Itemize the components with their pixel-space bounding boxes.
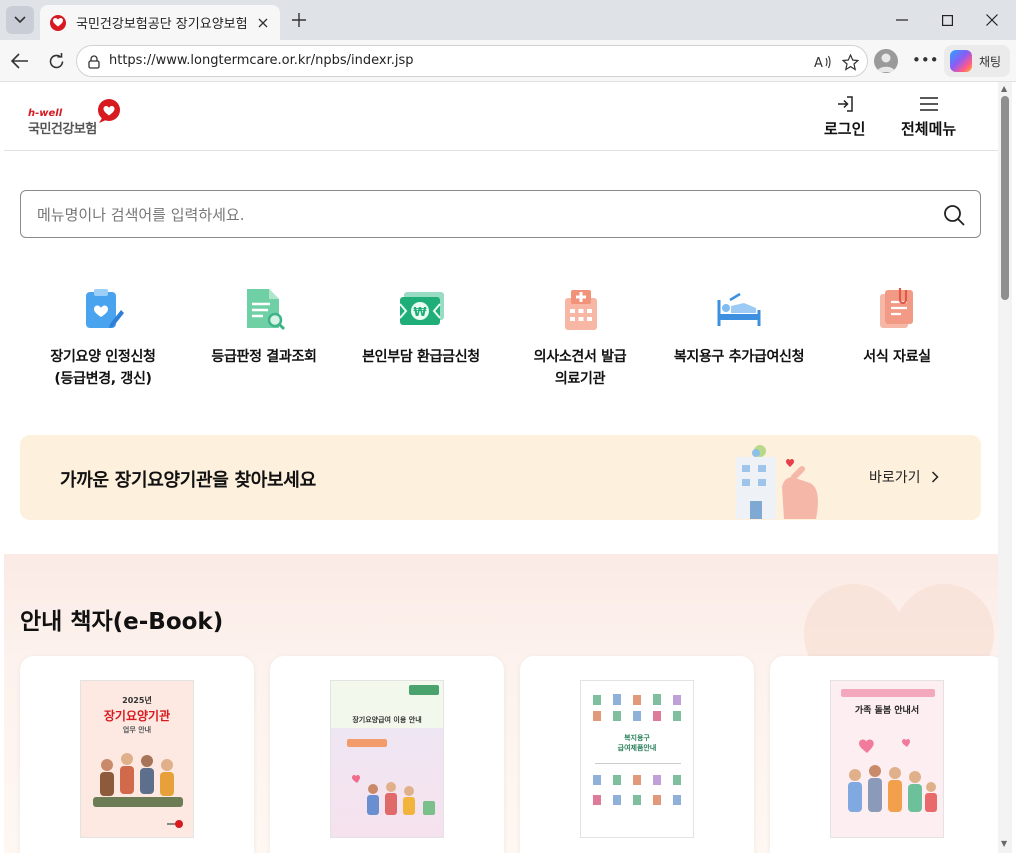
chevron-down-icon xyxy=(14,16,26,24)
ebook-cover-image: 2025년 장기요양기관 업무 안내 xyxy=(80,680,194,838)
cover-divider xyxy=(595,763,681,764)
clipboard-heart-icon xyxy=(86,289,124,328)
cover-title: 장기요양기관 xyxy=(103,709,171,723)
equipment-icons-row xyxy=(593,775,681,805)
read-aloud-icon[interactable]: A xyxy=(814,53,832,71)
quick-menu-label: 본인부담 환급금신청 xyxy=(362,349,480,365)
maximize-icon[interactable] xyxy=(935,8,959,32)
quick-menu-grade-result[interactable]: 등급판정 결과조회 xyxy=(179,286,349,368)
svg-text:₩: ₩ xyxy=(413,305,427,319)
copilot-icon xyxy=(950,50,972,72)
finder-goto-link[interactable]: 바로가기 xyxy=(869,467,939,487)
cover-subtitle: 업무 안내 xyxy=(122,726,152,734)
ebook-cover-image: 복지용구 급여제품안내 xyxy=(580,680,694,838)
cover-subtitle: 급여제품안내 xyxy=(617,744,657,752)
active-tab[interactable]: 국민건강보험공단 장기요양보험 xyxy=(40,5,280,40)
finder-link-label: 바로가기 xyxy=(869,470,921,486)
quick-menu-ltc-application[interactable]: 장기요양 인정신청 (등급변경, 갱신) xyxy=(18,286,188,390)
quick-menu-label: 의사소견서 발급 의료기관 xyxy=(533,349,627,387)
favicon-heart-icon xyxy=(50,14,66,31)
ebook-cover-image: 가족 돌봄 안내서 xyxy=(830,680,944,838)
hamburger-menu-icon xyxy=(918,94,940,114)
seniors-illustration xyxy=(93,753,183,807)
tab-actions-menu-button[interactable] xyxy=(6,6,34,34)
site-logo[interactable]: h-well 국민건강보험 xyxy=(28,98,128,137)
hospital-icon xyxy=(565,290,597,330)
ebook-card[interactable]: 장기요양급여 이용 안내 xyxy=(270,656,504,853)
profile-avatar[interactable] xyxy=(874,49,898,73)
scroll-up-arrow-icon[interactable]: ▲ xyxy=(1001,84,1007,93)
hospital-heart-illustration xyxy=(736,445,818,519)
ebook-cover-image: 장기요양급여 이용 안내 xyxy=(330,680,444,838)
chevron-right-icon xyxy=(931,471,939,483)
cover-tag xyxy=(347,739,387,747)
equipment-icons-row xyxy=(593,694,681,721)
all-menu-button[interactable]: 전체메뉴 xyxy=(901,94,956,139)
form-clip-icon xyxy=(880,288,913,328)
site-header: h-well 국민건강보험 로그인 전체메뉴 xyxy=(4,82,998,151)
search-icon[interactable] xyxy=(942,203,966,227)
won-bill-icon: ₩ xyxy=(399,292,444,325)
tab-title: 국민건강보험공단 장기요양보험 xyxy=(76,17,248,32)
ebook-card[interactable]: 가족 돌봄 안내서 xyxy=(770,656,998,853)
minimize-icon[interactable] xyxy=(890,8,914,32)
new-tab-plus-icon[interactable] xyxy=(288,9,310,31)
family-illustration xyxy=(352,775,435,815)
url-text[interactable]: https://www.longtermcare.or.kr/npbs/inde… xyxy=(109,53,414,68)
lock-icon[interactable] xyxy=(85,53,103,71)
quick-menu-doctor-opinion[interactable]: 의사소견서 발급 의료기관 xyxy=(495,286,665,390)
ebook-card[interactable]: 복지용구 급여제품안내 xyxy=(520,656,754,853)
browser-tab-strip: 국민건강보험공단 장기요양보험 xyxy=(0,0,1016,40)
ebook-card[interactable]: 2025년 장기요양기관 업무 안내 xyxy=(20,656,254,853)
scrollbar-thumb[interactable] xyxy=(1001,96,1009,300)
quick-menu-label: 복지용구 추가급여신청 xyxy=(673,349,805,365)
family-care-illustration xyxy=(848,739,937,812)
quick-menu-label: 서식 자료실 xyxy=(863,349,931,365)
cover-badge xyxy=(409,685,439,695)
copilot-label: 채팅 xyxy=(979,54,1002,69)
svg-text:A: A xyxy=(814,56,823,69)
address-bar-row: https://www.longtermcare.or.kr/npbs/inde… xyxy=(0,40,1016,82)
url-field[interactable]: https://www.longtermcare.or.kr/npbs/inde… xyxy=(76,45,868,77)
document-search-icon xyxy=(247,289,286,331)
search-input[interactable] xyxy=(37,203,917,227)
ebook-section-title: 안내 책자(e-Book) xyxy=(20,609,224,635)
cover-title: 가족 돌봄 안내서 xyxy=(854,706,920,716)
facility-finder-banner[interactable]: 가까운 장기요양기관을 찾아보세요 바로가기 xyxy=(20,435,981,520)
web-page: h-well 국민건강보험 로그인 전체메뉴 메뉴명이나 검색어를 입력하세요.… xyxy=(4,82,998,853)
logo-name: 국민건강보험 xyxy=(28,122,97,137)
cover-title: 복지용구 xyxy=(624,734,650,742)
care-bed-icon xyxy=(717,292,761,326)
person-icon xyxy=(877,53,895,72)
favorite-star-icon[interactable] xyxy=(841,53,859,71)
login-icon xyxy=(834,94,856,114)
nhis-mini-logo-icon xyxy=(167,820,183,828)
close-tab-icon[interactable] xyxy=(254,14,272,32)
cover-title: 장기요양급여 이용 안내 xyxy=(352,716,422,724)
close-window-icon[interactable] xyxy=(980,8,1004,32)
cover-tag xyxy=(841,689,935,697)
reload-icon[interactable] xyxy=(44,49,68,73)
scroll-down-arrow-icon[interactable]: ▼ xyxy=(1001,839,1007,848)
cover-year: 2025년 xyxy=(122,696,152,705)
all-menu-label: 전체메뉴 xyxy=(901,120,957,138)
back-arrow-icon[interactable] xyxy=(8,49,32,73)
logo-heart-icon xyxy=(98,99,120,123)
finder-title: 가까운 장기요양기관을 찾아보세요 xyxy=(60,470,316,491)
login-label: 로그인 xyxy=(824,120,866,138)
page-scrollbar[interactable]: ▲ ▼ xyxy=(998,82,1012,853)
quick-menu-form-library[interactable]: 서식 자료실 xyxy=(812,286,982,368)
copilot-chat-button[interactable]: 채팅 xyxy=(944,45,1010,77)
login-button[interactable]: 로그인 xyxy=(824,94,865,139)
more-options-icon[interactable]: ••• xyxy=(912,49,939,73)
quick-menu-label: 장기요양 인정신청 (등급변경, 갱신) xyxy=(50,349,156,387)
quick-menu-refund-request[interactable]: ₩ 본인부담 환급금신청 xyxy=(336,286,506,368)
quick-menu-label: 등급판정 결과조회 xyxy=(211,349,317,365)
ebook-section: 안내 책자(e-Book) 2025년 장기요양기관 업무 안내 장기요양급여 … xyxy=(4,554,998,853)
quick-menu-welfare-equipment[interactable]: 복지용구 추가급여신청 xyxy=(654,286,824,368)
search-box xyxy=(20,190,981,238)
